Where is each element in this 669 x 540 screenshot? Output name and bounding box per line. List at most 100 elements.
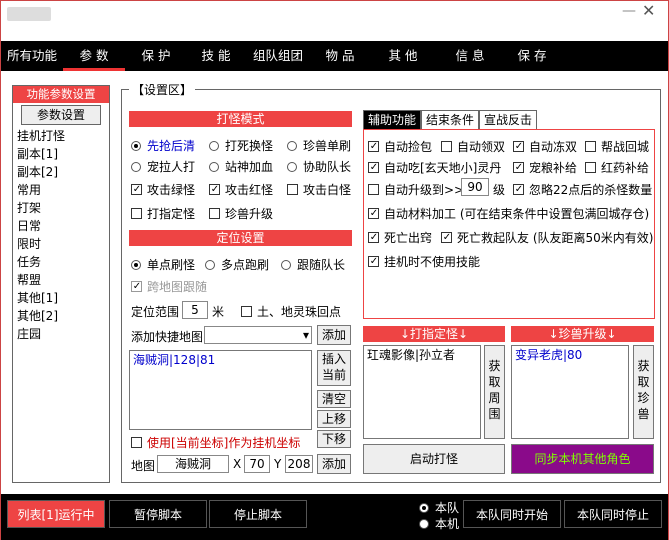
blurred-title [7,7,51,21]
list-item[interactable]: 海贼洞|128|81 [133,353,308,367]
quick-map-select[interactable]: ▾ [204,326,312,344]
check-attack-white[interactable]: 攻击白怪 [287,181,351,198]
nav-item[interactable]: 其他[2] [13,307,109,325]
check-guildwar-return[interactable]: 帮战回城 [585,138,649,155]
sync-other-roles-button[interactable]: 同步本机其他角色 [511,444,654,474]
add-coord-button[interactable]: 添加 [317,454,351,474]
team-sync-stop-button[interactable]: 本队同时停止 [564,500,662,528]
nav-item[interactable]: 副本[1] [13,145,109,163]
checkbox-icon [241,306,252,317]
nav-item[interactable]: 庄园 [13,325,109,343]
check-attack-green[interactable]: 攻击绿怪 [131,181,195,198]
pause-script-button[interactable]: 暂停脚本 [109,500,207,528]
nav-item[interactable]: 副本[2] [13,163,109,181]
nav-item[interactable]: 帮盟 [13,271,109,289]
map-list[interactable]: 海贼洞|128|81 [129,350,312,430]
radio-icon [419,502,429,513]
tab-team[interactable]: 组队组团 [245,41,311,71]
start-attack-button[interactable]: 启动打怪 [363,444,505,474]
check-material-process[interactable]: 自动材料加工 (可在结束条件中设置包满回城存仓) [368,205,649,222]
radio-pet-pull[interactable]: 宠拉人打 [131,158,195,175]
tab-end-cond[interactable]: 结束条件 [421,110,480,129]
get-pet-button[interactable]: 获取珍兽 [633,345,654,439]
tab-save[interactable]: 保 存 [503,41,561,71]
target-monster-list[interactable]: 玒魂影像|孙立者 [363,345,481,439]
checkbox-icon [368,162,379,173]
nav-item[interactable]: 日常 [13,217,109,235]
check-death-soul[interactable]: 死亡出窍 [368,229,432,246]
x-input[interactable]: 70 [244,455,270,473]
chevron-down-icon: ▾ [302,328,309,342]
map-name-input[interactable]: 海贼洞 [157,455,229,473]
radio-stand-heal[interactable]: 站神加血 [209,158,273,175]
clear-button[interactable]: 清空 [317,390,351,408]
close-icon[interactable]: ✕ [642,3,658,19]
nav-item[interactable]: 任务 [13,253,109,271]
nav-item[interactable]: 限时 [13,235,109,253]
range-input[interactable]: 5 [182,301,208,319]
level-input[interactable]: 90 [461,178,489,196]
tab-params[interactable]: 参 数 [63,41,125,71]
tab-protect[interactable]: 保 护 [125,41,187,71]
list-item[interactable]: 变异老虎|80 [515,348,625,362]
pet-list[interactable]: 变异老虎|80 [511,345,629,439]
list-item[interactable]: 玒魂影像|孙立者 [367,348,477,362]
checkbox-icon [368,208,379,219]
nav-item[interactable]: 其他[1] [13,289,109,307]
checkbox-icon [209,208,220,219]
check-revive-teammate[interactable]: 死亡救起队友 (队友距离50米内有效) [441,229,653,246]
stop-script-button[interactable]: 停止脚本 [209,500,307,528]
radio-team[interactable]: 本队 [419,499,459,516]
radio-kill-switch[interactable]: 打死换怪 [209,137,273,154]
check-pet-food[interactable]: 宠粮补给 [513,159,577,176]
tab-all-functions[interactable]: 所有功能 [1,41,63,71]
move-down-button[interactable]: 下移 [317,430,351,448]
check-attack-red[interactable]: 攻击红怪 [209,181,273,198]
check-ignore-kill-count[interactable]: 忽略22点后的杀怪数量 [513,181,652,198]
check-earth-bead[interactable]: 土、地灵珠回点 [241,303,341,320]
radio-icon [209,140,219,151]
check-red-potion[interactable]: 红药补给 [585,159,649,176]
check-pet-upgrade[interactable]: 珍兽升级 [209,205,273,222]
get-nearby-button[interactable]: 获取周围 [484,345,505,439]
radio-follow-leader[interactable]: 跟随队长 [281,256,345,273]
tab-info[interactable]: 信 息 [437,41,503,71]
check-auto-double[interactable]: 自动领双 [441,138,505,155]
team-sync-start-button[interactable]: 本队同时开始 [463,500,561,528]
check-use-coord[interactable]: 使用[当前坐标]作为挂机坐标 [131,434,300,451]
tab-other[interactable]: 其 他 [369,41,437,71]
check-auto-freeze-double[interactable]: 自动冻双 [513,138,577,155]
insert-current-button[interactable]: 插入当前 [317,350,351,386]
radio-machine[interactable]: 本机 [419,515,459,532]
nav-item[interactable]: 挂机打怪 [13,127,109,145]
radio-pet-solo[interactable]: 珍兽单刷 [287,137,351,154]
running-status-button[interactable]: 列表[1]运行中 [7,500,105,528]
radio-icon [209,161,219,172]
y-input[interactable]: 208 [285,455,313,473]
check-target-monster[interactable]: 打指定怪 [131,205,195,222]
radio-assist-leader[interactable]: 协助队长 [287,158,351,175]
move-up-button[interactable]: 上移 [317,410,351,428]
left-nav-header: 功能参数设置 [13,86,109,103]
radio-single-point[interactable]: 单点刷怪 [131,256,195,273]
checkbox-icon [368,232,379,243]
minimize-icon[interactable]: — [622,4,636,19]
check-no-skill[interactable]: 挂机时不使用技能 [368,253,480,270]
check-auto-levelup[interactable]: 自动升级到>> [368,181,464,198]
add-map-button[interactable]: 添加 [317,325,351,345]
radio-first-grab[interactable]: 先抢后清 [131,137,195,154]
radio-multi-point[interactable]: 多点跑刷 [205,256,269,273]
nav-item[interactable]: 打架 [13,199,109,217]
radio-icon [205,259,215,270]
nav-item-params-settings[interactable]: 参数设置 [21,105,101,125]
quick-map-label: 添加快捷地图 [131,330,204,344]
nav-item[interactable]: 常用 [13,181,109,199]
tab-skills[interactable]: 技 能 [187,41,245,71]
locate-header: 定位设置 [129,230,352,246]
tab-items[interactable]: 物 品 [311,41,369,71]
check-auto-pickup[interactable]: 自动捡包 [368,138,432,155]
check-auto-eat-pill[interactable]: 自动吃[玄天地小]灵丹 [368,159,501,176]
tab-counterattack[interactable]: 宣战反击 [479,110,538,129]
checkbox-icon [513,141,524,152]
tab-aux[interactable]: 辅助功能 [363,110,422,129]
